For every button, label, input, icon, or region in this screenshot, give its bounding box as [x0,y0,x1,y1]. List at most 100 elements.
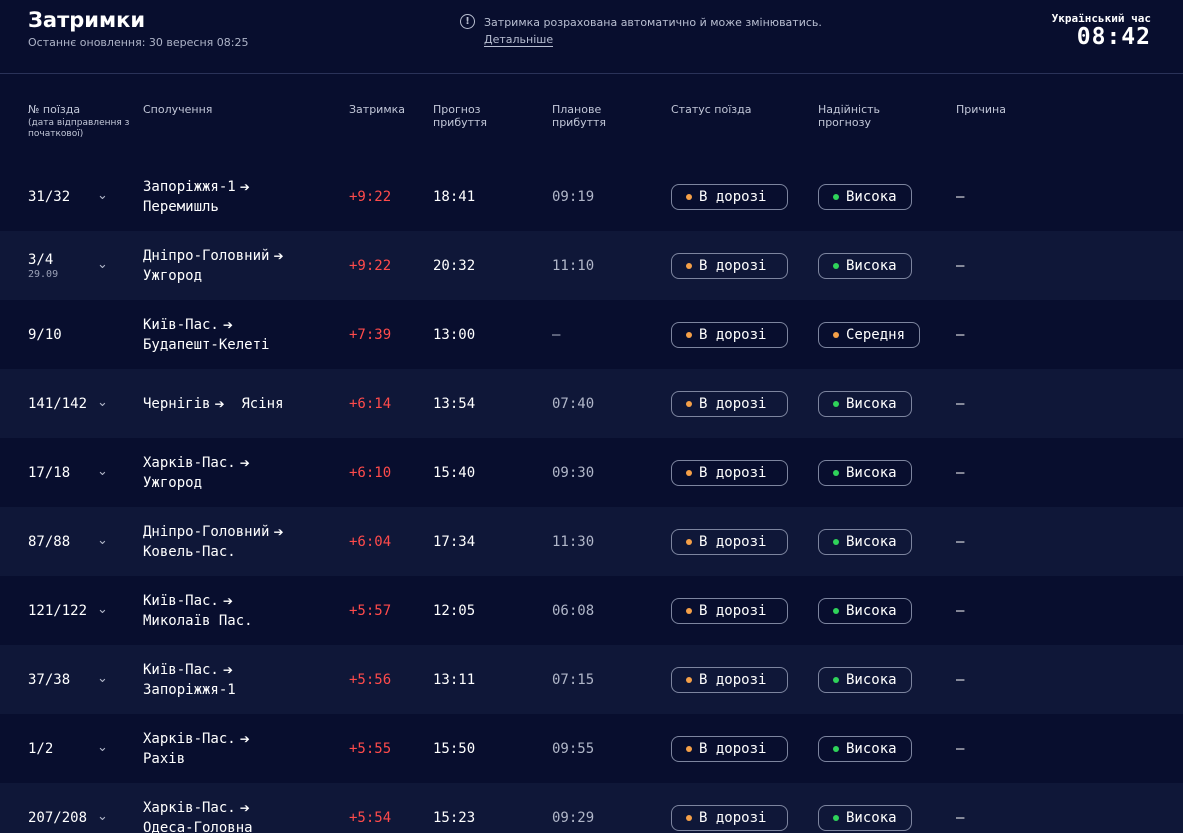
route: Київ-Пас. ➔ Миколаїв Пас. [143,591,253,631]
status-badge: В дорозі [671,804,788,831]
route-to: Ужгород [143,267,203,284]
chevron-down-icon[interactable]: ⌄ [97,602,108,617]
route: Дніпро-Головний ➔ Ужгород [143,246,284,286]
status-dot-icon [686,745,692,752]
forecast-arrival: 15:50 [433,740,476,757]
train-number: 9/10 [28,326,62,343]
delay-value: +9:22 [349,188,392,205]
delay-value: +6:04 [349,533,392,550]
route-to: Перемишль [143,198,219,215]
table-header: № поїзда (дата відправлення з початкової… [0,74,1183,162]
train-number: 3/4 29.09 [28,251,59,280]
table-row[interactable]: 9/10 Київ-Пас. ➔ Будапешт-Келеті +7:39 13:… [0,300,1183,369]
delay-reason: — [956,395,965,412]
arrow-right-icon: ➔ [239,731,250,746]
route-from: Київ-Пас. [143,661,219,678]
reliability-dot-icon [833,676,839,683]
chevron-down-icon[interactable]: ⌄ [97,188,108,203]
reliability-dot-icon [833,607,839,614]
table-row[interactable]: 1/2 ⌄ Харків-Пас. ➔ Рахів +5:55 15:50 09:5… [0,714,1183,783]
status-dot-icon [686,607,692,614]
forecast-arrival: 20:32 [433,257,476,274]
train-number: 121/122 [28,602,88,619]
delay-reason: — [956,809,965,826]
status-dot-icon [686,676,692,683]
status-dot-icon [686,400,692,407]
delay-notice: ! Затримка розрахована автоматично й мож… [460,14,822,48]
arrow-right-icon: ➔ [239,179,250,194]
planned-arrival: 09:29 [552,809,595,826]
chevron-down-icon[interactable]: ⌄ [97,740,108,755]
route-to: Одеса-Головна [143,819,253,833]
table-row[interactable]: 207/208 ⌄ Харків-Пас. ➔ Одеса-Головна +5:5… [0,783,1183,833]
arrow-right-icon: ➔ [222,593,233,608]
delays-table-body: 31/32 ⌄ Запоріжжя-1 ➔ Перемишль +9:22 18:4… [0,162,1183,833]
col-reliability: Надійність прогнозу [818,103,881,129]
table-row[interactable]: 31/32 ⌄ Запоріжжя-1 ➔ Перемишль +9:22 18:4… [0,162,1183,231]
planned-arrival: 11:30 [552,533,595,550]
train-number: 1/2 [28,740,54,757]
chevron-down-icon[interactable]: ⌄ [97,257,108,272]
table-row[interactable]: 17/18 ⌄ Харків-Пас. ➔ Ужгород +6:10 15:40 … [0,438,1183,507]
planned-arrival: — [552,326,561,343]
reliability-dot-icon [833,193,839,200]
chevron-down-icon[interactable]: ⌄ [97,809,108,824]
page-header: Затримки Останнє оновлення: 30 вересня 0… [0,0,1183,74]
delay-value: +5:55 [349,740,392,757]
reliability-dot-icon [833,400,839,407]
info-icon: ! [460,14,475,29]
reliability-badge: Висока [818,528,912,555]
table-row[interactable]: 141/142 ⌄ Чернігів ➔ Ясіня +6:14 13:54 07… [0,369,1183,438]
planned-arrival: 06:08 [552,602,595,619]
route-from: Запоріжжя-1 [143,178,236,195]
chevron-down-icon[interactable]: ⌄ [97,671,108,686]
train-number: 17/18 [28,464,71,481]
route-to: Будапешт-Келеті [143,336,270,353]
route-to: Рахів [143,750,186,767]
reliability-badge: Висока [818,459,912,486]
delay-value: +9:22 [349,257,392,274]
table-row[interactable]: 3/4 29.09 ⌄ Дніпро-Головний ➔ Ужгород +9:2… [0,231,1183,300]
delay-value: +5:57 [349,602,392,619]
status-badge: В дорозі [671,183,788,210]
reliability-badge: Висока [818,597,912,624]
delay-value: +6:10 [349,464,392,481]
train-number: 87/88 [28,533,71,550]
col-train-sub: (дата відправлення з початкової) [28,118,130,139]
reliability-dot-icon [833,262,839,269]
status-dot-icon [686,193,692,200]
status-dot-icon [686,262,692,269]
table-row[interactable]: 37/38 ⌄ Київ-Пас. ➔ Запоріжжя-1 +5:56 13:1… [0,645,1183,714]
status-dot-icon [686,469,692,476]
status-dot-icon [686,538,692,545]
delay-value: +6:14 [349,395,392,412]
planned-arrival: 09:19 [552,188,595,205]
reliability-badge: Висока [818,390,912,417]
forecast-arrival: 15:40 [433,464,476,481]
route-to: Миколаїв Пас. [143,612,253,629]
table-row[interactable]: 87/88 ⌄ Дніпро-Головний ➔ Ковель-Пас. +6:0… [0,507,1183,576]
train-number: 37/38 [28,671,71,688]
delay-reason: — [956,740,965,757]
arrow-right-icon: ➔ [273,248,284,263]
col-planned: Планове прибуття [552,103,607,129]
reliability-badge: Висока [818,735,912,762]
details-link[interactable]: Детальніше [484,33,554,47]
chevron-down-icon[interactable]: ⌄ [97,464,108,479]
page-title: Затримки [28,8,146,32]
status-dot-icon [686,814,692,821]
route: Харків-Пас. ➔ Ужгород [143,453,250,493]
planned-arrival: 07:40 [552,395,595,412]
route: Дніпро-Головний ➔ Ковель-Пас. [143,522,284,562]
chevron-down-icon[interactable]: ⌄ [97,533,108,548]
route: Чернігів ➔ Ясіня [143,394,284,414]
chevron-down-icon[interactable]: ⌄ [97,395,108,410]
reliability-badge: Висока [818,183,912,210]
forecast-arrival: 17:34 [433,533,476,550]
table-row[interactable]: 121/122 ⌄ Київ-Пас. ➔ Миколаїв Пас. +5:57 … [0,576,1183,645]
status-badge: В дорозі [671,459,788,486]
route-from: Дніпро-Головний [143,523,270,540]
reliability-dot-icon [833,538,839,545]
delay-reason: — [956,326,965,343]
planned-arrival: 09:30 [552,464,595,481]
